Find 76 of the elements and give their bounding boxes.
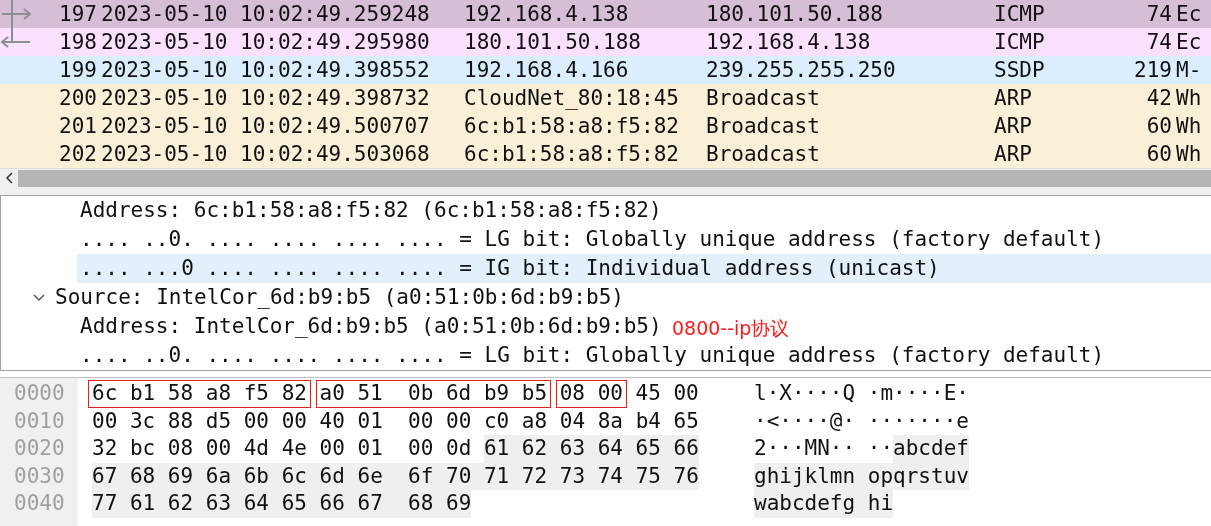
packet-row[interactable]: 198 2023-05-10 10:02:49.295980 180.101.50.188 192.168.4.138 ICMP 74 Ec [0,28,1211,56]
packet-protocol: ICMP [993,1,1046,28]
ascii-text[interactable]: l·X····Q ·m····E· [754,380,969,408]
ascii-text[interactable]: ghijklmn opqrstuv [754,462,969,490]
hex-bytes[interactable]: 00 3c 88 d5 00 00 40 01 00 00 c0 a8 04 8a b4 65 [92,407,699,435]
byte-offset: 0040 [13,490,66,517]
packet-row[interactable]: 200 2023-05-10 10:02:49.398732 CloudNet_80:18:45 Broadcast ARP 42 Wh [0,84,1211,112]
packet-number: 198 [58,29,97,56]
detail-line[interactable]: .... ..0. .... .... .... .... = LG bit: Globally unique address (factory default) [77,225,1105,254]
packet-number: 199 [58,57,97,84]
packet-time: 2023-05-10 10:02:49.259248 [100,1,431,28]
packet-number: 201 [58,113,97,140]
packet-length: 60 [1145,113,1172,140]
packet-source: 192.168.4.138 [463,1,630,28]
packet-number: 202 [58,141,97,168]
packet-source: 192.168.4.166 [463,57,630,84]
hex-bytes[interactable]: 45 00 [635,380,699,408]
packet-info: M- [1175,57,1203,84]
ascii-text[interactable]: 2···MN·· ·· [754,435,894,463]
detail-line[interactable]: Address: IntelCor_6d:b9:b5 (a0:51:0b:6d:b9:b5) [77,312,662,341]
packet-source: 6c:b1:58:a8:f5:82 [463,141,680,168]
detail-line[interactable]: Source: IntelCor_6d:b9:b5 (a0:51:0b:6d:b9:b5) [53,283,624,312]
hex-bytes[interactable]: 77 61 62 63 64 65 66 67 68 69 [92,490,472,518]
packet-number: 200 [58,85,97,112]
packet-info: Wh [1175,85,1203,112]
ascii-text[interactable]: ·<····@· ·······e [754,407,969,435]
byte-offset: 0020 [13,435,66,462]
packet-info: Ec [1175,29,1203,56]
packet-time: 2023-05-10 10:02:49.398552 [100,57,431,84]
ascii-text[interactable]: wabcdefg hi [754,490,894,518]
hex-bytes[interactable]: 32 bc 08 00 4d 4e 00 01 00 0d [92,435,472,463]
packet-source: 6c:b1:58:a8:f5:82 [463,113,680,140]
packet-row[interactable]: 201 2023-05-10 10:02:49.500707 6c:b1:58:a8:f5:82 Broadcast ARP 60 Wh [0,112,1211,140]
ascii-text[interactable]: abcdef [893,435,969,463]
hex-bytes[interactable]: 61 62 63 64 65 66 [483,435,699,463]
packet-length: 74 [1145,29,1172,56]
packet-info: Wh [1175,113,1203,140]
byte-offset: 0030 [13,462,66,490]
packet-time: 2023-05-10 10:02:49.503068 [100,141,431,168]
detail-line[interactable]: Address: 6c:b1:58:a8:f5:82 (6c:b1:58:a8:f5:82) [77,196,662,225]
packet-row[interactable]: 202 2023-05-10 10:02:49.503068 6c:b1:58:a8:f5:82 Broadcast ARP 60 Wh [0,140,1211,168]
chevron-down-icon[interactable] [33,293,45,302]
packet-destination: 180.101.50.188 [705,1,884,28]
packet-length: 42 [1145,85,1172,112]
packet-destination: Broadcast [705,141,821,168]
packet-destination: Broadcast [705,113,821,140]
packet-destination: 192.168.4.138 [705,29,872,56]
packet-info: Ec [1175,1,1203,28]
packet-protocol: ICMP [993,29,1046,56]
detail-line[interactable]: .... ..0. .... .... .... .... = LG bit: Globally unique address (factory default) [77,341,1105,370]
hex-bytes[interactable]: 67 68 69 6a 6b 6c 6d 6e 6f 70 71 72 73 74 75 76 [92,462,699,490]
packet-source: CloudNet_80:18:45 [463,85,680,112]
packet-number: 197 [58,1,97,28]
packet-time: 2023-05-10 10:02:49.500707 [100,113,431,140]
packet-length: 74 [1145,1,1172,28]
hex-bytes[interactable]: 08 00 [555,380,627,408]
packet-length: 219 [1133,57,1172,84]
packet-protocol: ARP [993,141,1033,168]
packet-protocol: ARP [993,113,1033,140]
hex-bytes[interactable]: a0 51 0b 6d b9 b5 [315,380,552,408]
packet-row[interactable]: 199 2023-05-10 10:02:49.398552 192.168.4.166 239.255.255.250 SSDP 219 M- [0,56,1211,84]
packet-length: 60 [1145,141,1172,168]
packet-time: 2023-05-10 10:02:49.295980 [100,29,431,56]
packet-source: 180.101.50.188 [463,29,642,56]
packet-row[interactable]: 197 2023-05-10 10:02:49.259248 192.168.4.138 180.101.50.188 ICMP 74 Ec [0,0,1211,28]
byte-offset: 0010 [13,407,66,435]
hex-bytes[interactable]: 6c b1 58 a8 f5 82 [88,380,311,408]
packet-time: 2023-05-10 10:02:49.398732 [100,85,431,112]
packet-info: Wh [1175,141,1203,168]
annotation-label: 0800--ip协议 [672,316,790,340]
packet-destination: Broadcast [705,85,821,112]
packet-destination: 239.255.255.250 [705,57,897,84]
byte-offset: 0000 [13,380,66,407]
packet-protocol: ARP [993,85,1033,112]
scroll-left-icon[interactable] [5,172,13,184]
packet-protocol: SSDP [993,57,1046,84]
